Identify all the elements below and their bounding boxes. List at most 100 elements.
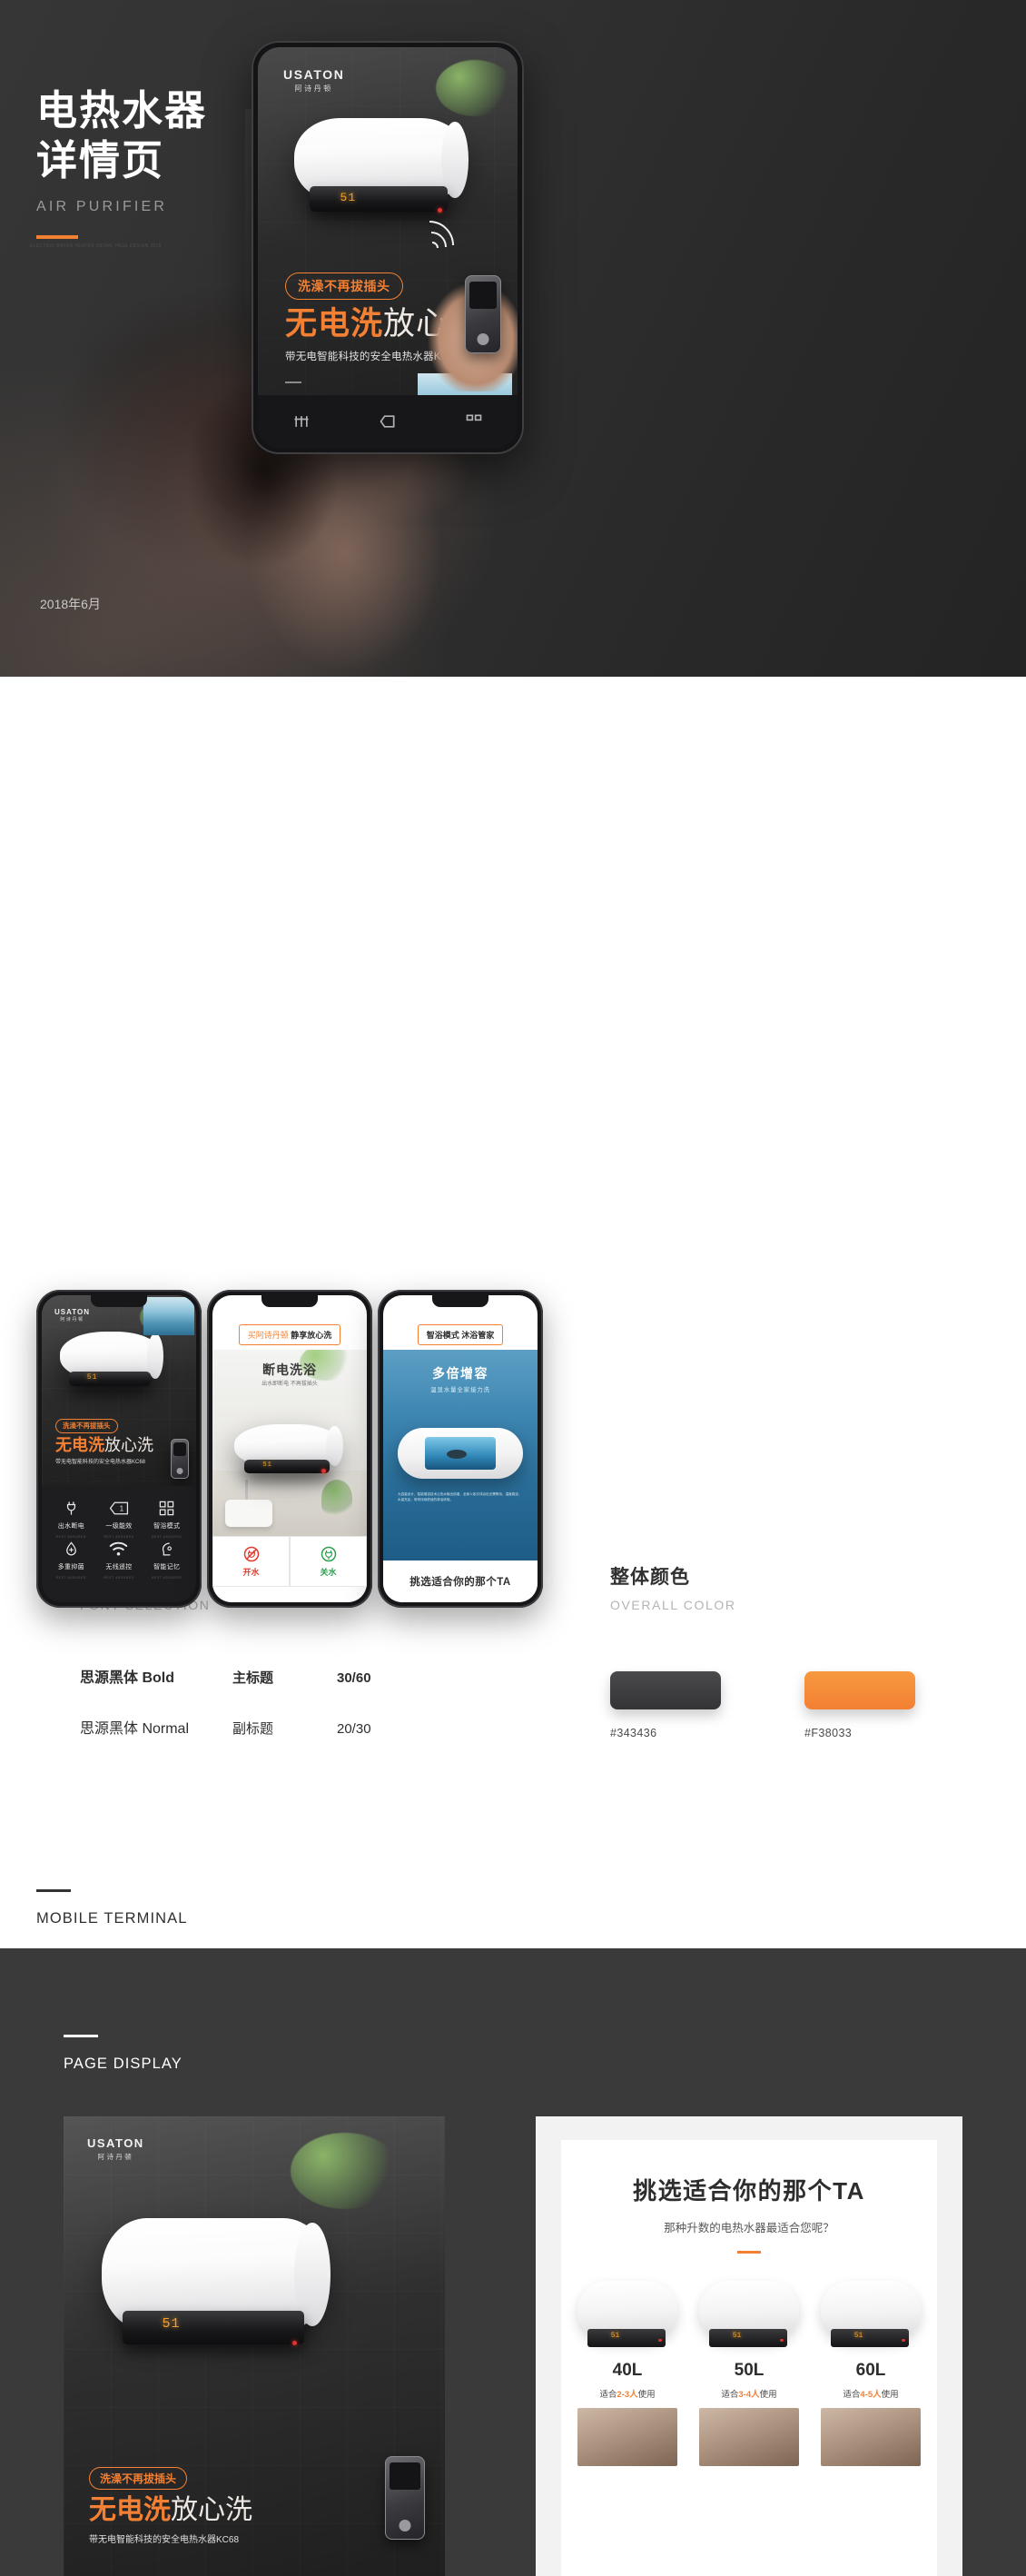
phone3-body-text: 大容量设计，智能增容技术让热水输出倍增，全家人依次沐浴也无需等待，温度稳定，水量… xyxy=(398,1492,522,1502)
headline-accent: 无电洗 xyxy=(89,2495,171,2525)
feature-item-plug[interactable]: 出水断电 REST ASSURED xyxy=(47,1499,95,1540)
font-role: 主标题 xyxy=(232,1670,274,1686)
audience-count: 2-3人 xyxy=(617,2390,638,2400)
temperature-display: 51 xyxy=(86,1372,98,1382)
phone1-hero: USATON 阿诗丹顿 51 洗澡不再拔插头 无电洗放心洗 带无电智能科技的安全… xyxy=(42,1295,196,1486)
temperature-display: 51 xyxy=(610,2332,620,2340)
remote-screen xyxy=(390,2462,420,2490)
temperature-display: 51 xyxy=(853,2332,863,2340)
capacity-option[interactable]: 51 40L 适合2-3人使用 xyxy=(577,2281,677,2466)
water-on-button[interactable]: 开水 xyxy=(212,1536,290,1587)
phone3-header: 智浴模式 沐浴管家 xyxy=(383,1319,538,1350)
indicator-led xyxy=(291,2340,297,2345)
foliage-decor xyxy=(291,2133,400,2209)
heater-control-panel: 51 xyxy=(587,2329,666,2347)
sink-basin xyxy=(225,1500,272,1527)
capacity-liters: 60L xyxy=(855,2361,886,2380)
phone3-subtitle: 温显水量全家接力洗 xyxy=(430,1387,490,1393)
hero-micro-caption: ELECTRIC WATER HEATER DETAIL PAGE DESIGN… xyxy=(30,243,162,249)
audience-pre: 适合 xyxy=(721,2390,739,2400)
page-title-line1: 电热水器 xyxy=(36,87,208,134)
phone-mockup-3: 智浴模式 沐浴管家 多倍增容 温显水量全家接力洗 大容量设计，智能增容技术让热水… xyxy=(378,1290,543,1608)
phone2-title: 断电洗浴 xyxy=(262,1362,317,1377)
heater-control-panel: 51 xyxy=(310,186,449,213)
heater-control-panel: 51 xyxy=(243,1460,330,1474)
audience-pre: 适合 xyxy=(599,2390,617,2400)
remote-button[interactable] xyxy=(176,1468,183,1474)
preview-subtitle: 那种升数的电热水器最适合您呢？ xyxy=(664,2222,834,2234)
nav-icon-grid[interactable] xyxy=(464,412,484,431)
remote-button[interactable] xyxy=(477,333,489,345)
feature-item-memory[interactable]: 智能记忆 REST ASSURED xyxy=(143,1540,191,1580)
feature-sub: REST ASSURED xyxy=(104,1576,134,1580)
accent-rule xyxy=(737,2251,761,2254)
color-swatches: #343436 #F38033 xyxy=(610,1671,915,1739)
color-swatch: #343436 xyxy=(610,1671,721,1739)
preview-title: 挑选适合你的那个TA xyxy=(633,2177,865,2204)
phone3-title: 多倍增容 xyxy=(432,1366,488,1381)
feature-item-antibacterial[interactable]: 多重抑菌 REST ASSURED xyxy=(47,1540,95,1580)
phone2-screen: 买阿诗丹顿 静享放心洗 断电洗浴 出水即断电 不再拔插头 51 开水 关水 xyxy=(212,1295,367,1602)
power-plug-icon xyxy=(321,1546,336,1562)
capacity-caption: 60L 适合4-5人使用 xyxy=(821,2361,921,2400)
nav-icon-label[interactable] xyxy=(378,412,398,431)
brand-name-zh: 阿诗丹顿 xyxy=(60,1317,84,1323)
heater-control-panel: 51 xyxy=(709,2329,787,2347)
phone1-subhead: 带无电智能科技的安全电热水器KC68 xyxy=(55,1459,146,1465)
phone1-headline: 无电洗放心洗 xyxy=(55,1437,153,1453)
capacity-option[interactable]: 51 60L 适合4-5人使用 xyxy=(821,2281,921,2466)
brand-logo: USATON 阿诗丹顿 xyxy=(87,2136,144,2162)
no-power-icon xyxy=(243,1546,259,1562)
phone2-subtitle: 出水即断电 不再拔插头 xyxy=(261,1382,318,1387)
phone2-footer xyxy=(212,1587,367,1602)
remote-button[interactable] xyxy=(399,2520,411,2531)
phone-mockup-1: USATON 阿诗丹顿 51 洗澡不再拔插头 无电洗放心洗 带无电智能科技的安全… xyxy=(36,1290,202,1608)
hero-date: 2018年6月 xyxy=(40,597,101,611)
phone3-footer: 挑选适合你的那个TA xyxy=(383,1560,538,1602)
capacity-liters: 40L xyxy=(612,2361,643,2380)
remote-screen xyxy=(469,282,497,309)
nav-icon-menu[interactable] xyxy=(291,412,311,431)
feature-label: 多重抑菌 xyxy=(57,1564,84,1570)
preview-inner: 挑选适合你的那个TA 那种升数的电热水器最适合您呢？ 51 40L 适合2-3人… xyxy=(561,2140,937,2576)
indicator-led xyxy=(780,2338,784,2342)
feature-sub: REST ASSURED xyxy=(55,1535,86,1539)
heater-control-panel: 51 xyxy=(122,2310,304,2345)
water-off-button[interactable]: 关水 xyxy=(290,1536,367,1587)
font-row: 思源黑体 Bold 主标题 30/60 xyxy=(80,1665,470,1687)
swatch-hex-orange: #F38033 xyxy=(804,1727,853,1739)
water-drop-plus-icon xyxy=(65,1541,76,1556)
feature-sub: REST ASSURED xyxy=(104,1535,134,1539)
brand-name-zh: 阿诗丹顿 xyxy=(97,2153,134,2161)
feature-item-energy[interactable]: 1 一级能效 REST ASSURED xyxy=(95,1499,143,1540)
accent-rule xyxy=(36,234,78,239)
brand-logo: USATON 阿诗丹顿 xyxy=(283,67,344,94)
capacity-audience: 适合2-3人使用 xyxy=(577,2387,677,2400)
preview-headline: 无电洗放心洗 xyxy=(89,2497,252,2524)
headline-rest: 放心洗 xyxy=(104,1435,153,1454)
audience-count: 3-4人 xyxy=(738,2390,760,2400)
heater-control-panel: 51 xyxy=(831,2329,909,2347)
phone-mockup-2: 买阿诗丹顿 静享放心洗 断电洗浴 出水即断电 不再拔插头 51 开水 关水 xyxy=(207,1290,372,1608)
family-photo xyxy=(821,2408,921,2466)
page-display-heading: PAGE DISPLAY xyxy=(64,2056,183,2072)
audience-post: 使用 xyxy=(759,2390,777,2400)
water-heater-product: 51 xyxy=(577,2281,677,2347)
feature-label: 智浴模式 xyxy=(153,1523,181,1530)
phone1-pill-badge: 洗澡不再拔插头 xyxy=(55,1418,118,1433)
temperature-display: 51 xyxy=(262,1461,272,1470)
headline-rest: 放心洗 xyxy=(171,2495,252,2525)
feature-item-modes[interactable]: 智浴模式 REST ASSURED xyxy=(143,1499,191,1540)
faucet xyxy=(245,1480,248,1500)
swatch-chip-orange xyxy=(804,1671,915,1709)
capacity-option[interactable]: 51 50L 适合3-4人使用 xyxy=(699,2281,799,2466)
capacity-caption: 40L 适合2-3人使用 xyxy=(577,2361,677,2400)
foliage-decor xyxy=(436,60,514,116)
remote-control-device xyxy=(171,1439,189,1479)
svg-text:1: 1 xyxy=(120,1505,123,1513)
audience-pre: 适合 xyxy=(843,2390,861,2400)
brand-name-en: USATON xyxy=(87,2136,144,2150)
heater-end-cap xyxy=(326,1425,343,1467)
feature-item-wireless[interactable]: 无线遥控 REST ASSURED xyxy=(95,1540,143,1580)
feature-sub: REST ASSURED xyxy=(152,1535,183,1539)
